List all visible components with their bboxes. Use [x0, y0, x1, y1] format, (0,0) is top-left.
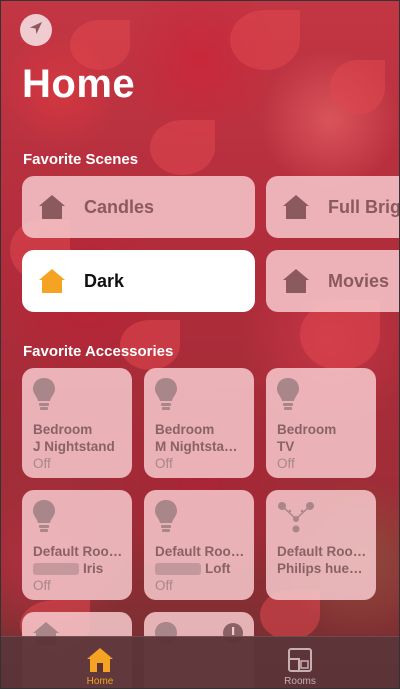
rooms-icon — [288, 648, 312, 672]
accessory-name: Loft — [205, 561, 231, 576]
scene-full-brig[interactable]: Full Brig — [266, 176, 400, 238]
accessory-name: Iris — [83, 561, 104, 576]
accessory-name-row: Iris — [33, 561, 103, 576]
lightbulb-icon — [155, 378, 177, 410]
favorite-scenes-title: Favorite Scenes — [23, 151, 139, 168]
tab-bar: Home Rooms — [0, 636, 400, 689]
accessory-tile[interactable]: Default Roo… Iris Off — [22, 490, 132, 600]
accessory-tile[interactable]: Default Roo… Loft Off — [144, 490, 254, 600]
hue-bridge-icon — [278, 502, 314, 533]
accessory-name-row: Loft — [155, 561, 230, 576]
scene-candles[interactable]: Candles — [22, 176, 255, 238]
house-icon — [283, 269, 309, 293]
accessory-room: Default Roo… — [155, 544, 245, 559]
redacted-text — [33, 563, 79, 576]
accessory-name: Philips hue… — [277, 561, 363, 576]
accessory-tile[interactable]: Bedroom M Nightsta… Off — [144, 368, 254, 478]
house-icon — [283, 195, 309, 219]
lightbulb-icon — [155, 500, 177, 532]
lightbulb-icon — [277, 378, 299, 410]
accessory-name: M Nightsta… — [155, 439, 238, 454]
redacted-text — [155, 563, 201, 576]
scene-label: Full Brig — [328, 196, 400, 217]
location-button[interactable] — [20, 14, 52, 46]
accessory-status: Off — [33, 456, 51, 471]
scene-label: Candles — [84, 196, 155, 217]
scene-label: Dark — [84, 270, 125, 291]
house-icon — [87, 648, 113, 672]
accessory-room: Bedroom — [277, 422, 337, 437]
lightbulb-icon — [33, 378, 55, 410]
favorite-accessories-title: Favorite Accessories — [23, 343, 174, 360]
accessory-name: J Nightstand — [33, 439, 115, 454]
accessory-status: Off — [33, 578, 51, 593]
scene-label: Movies — [328, 270, 390, 291]
tab-label: Home — [86, 676, 114, 687]
accessory-room: Default Roo… — [277, 544, 367, 559]
page-title: Home — [22, 62, 136, 106]
scene-movies[interactable]: Movies — [266, 250, 400, 312]
accessory-tile[interactable]: Bedroom J Nightstand Off — [22, 368, 132, 478]
accessory-status: Off — [155, 456, 173, 471]
accessory-tile[interactable]: Default Roo… Philips hue… — [266, 490, 376, 600]
tab-label: Rooms — [284, 676, 316, 687]
house-icon — [39, 195, 65, 219]
accessory-room: Bedroom — [33, 422, 93, 437]
tab-rooms[interactable]: Rooms — [240, 637, 360, 689]
location-arrow-icon — [28, 20, 44, 41]
house-icon — [39, 269, 65, 293]
scene-dark[interactable]: Dark — [22, 250, 255, 312]
accessory-tile[interactable]: Bedroom TV Off — [266, 368, 376, 478]
lightbulb-icon — [33, 500, 55, 532]
accessory-status: Off — [277, 456, 295, 471]
accessory-room: Bedroom — [155, 422, 215, 437]
accessory-room: Default Roo… — [33, 544, 123, 559]
accessory-name: TV — [277, 439, 295, 454]
tab-home[interactable]: Home — [40, 637, 160, 689]
accessory-status: Off — [155, 578, 173, 593]
